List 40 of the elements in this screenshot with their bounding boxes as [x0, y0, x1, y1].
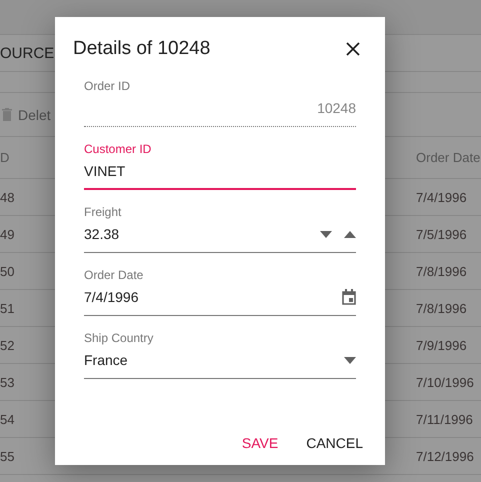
field-value[interactable]: 32.38	[84, 226, 320, 242]
table-cell: 7/12/1996	[416, 448, 474, 464]
trash-icon	[2, 108, 12, 121]
save-button[interactable]: SAVE	[232, 425, 288, 461]
input-field[interactable]: 32.38	[84, 220, 356, 253]
table-cell: 48	[0, 190, 14, 204]
spin-up-icon[interactable]	[344, 230, 356, 238]
field-value[interactable]: 7/4/1996	[84, 289, 342, 305]
table-cell: 55	[0, 448, 14, 464]
field-value[interactable]: France	[84, 352, 344, 368]
field-label: Order ID	[84, 78, 130, 94]
caret-icon[interactable]	[344, 356, 356, 364]
table-cell: 7/5/1996	[416, 226, 467, 242]
table-cell: 50	[0, 264, 14, 278]
field-label: Ship Country	[84, 330, 154, 346]
calendar-icon[interactable]	[342, 289, 356, 305]
table-cell: 7/4/1996	[416, 190, 467, 204]
input-field[interactable]: VINET	[84, 157, 356, 190]
column-header: D	[0, 150, 10, 165]
input-field[interactable]: 7/4/1996	[84, 283, 356, 316]
field-label: Freight	[84, 204, 122, 220]
table-cell: 53	[0, 374, 14, 390]
table-cell: 7/9/1996	[416, 338, 467, 352]
table-cell: 52	[0, 338, 14, 352]
field-label: Customer ID	[84, 141, 152, 157]
table-cell: 7/11/1996	[416, 412, 473, 426]
field-value[interactable]: VINET	[84, 163, 356, 179]
table-cell: 7/8/1996	[416, 300, 467, 316]
dialog-title: Details of 10248	[73, 38, 210, 60]
table-cell: 7/10/1996	[416, 374, 474, 390]
section-title: OURCE	[0, 44, 54, 62]
spin-down-icon[interactable]	[320, 230, 332, 238]
field-label: Order Date	[84, 267, 144, 283]
table-cell: 7/8/1996	[416, 264, 467, 278]
cancel-button[interactable]: CANCEL	[296, 425, 373, 461]
table-cell: 49	[0, 226, 14, 242]
dropdown-field[interactable]: France	[84, 346, 356, 379]
table-cell: 54	[0, 412, 14, 426]
column-header: Order Date	[416, 150, 480, 165]
table-cell: 51	[0, 300, 14, 316]
